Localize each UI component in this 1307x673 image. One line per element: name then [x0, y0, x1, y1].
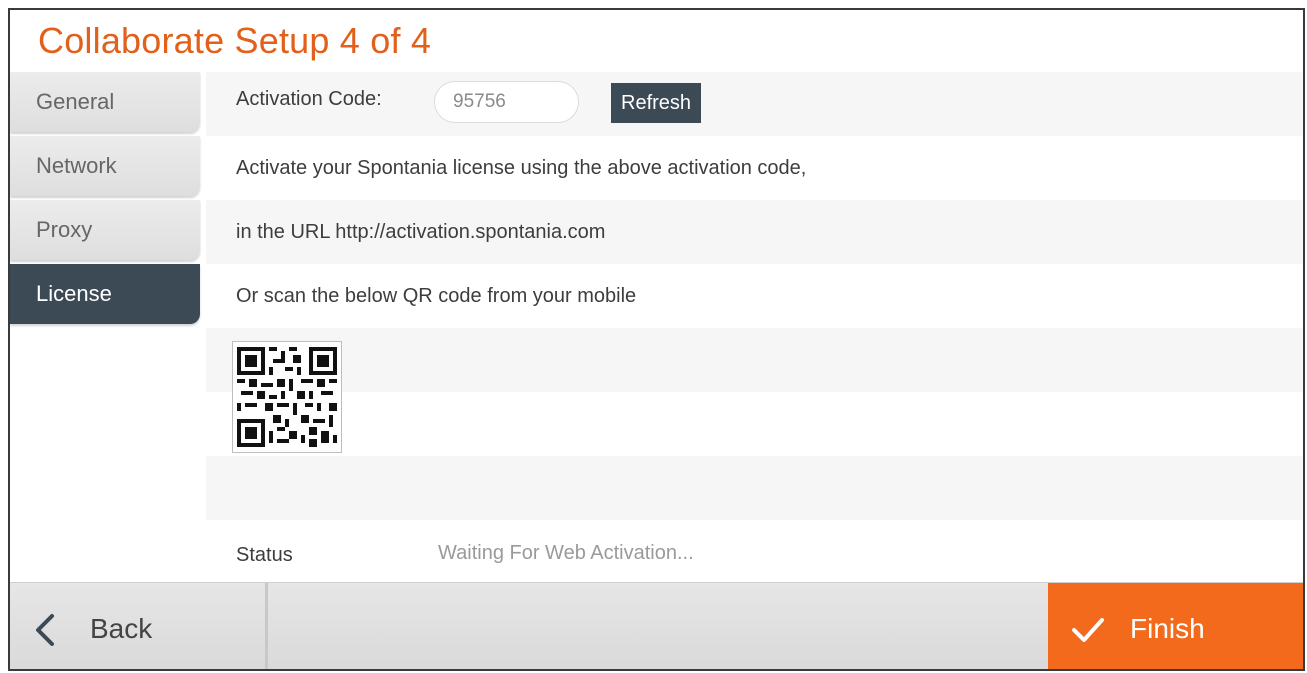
- activation-row: Activation Code: Refresh: [206, 72, 1303, 136]
- status-label: Status: [236, 544, 293, 566]
- page-title: Collaborate Setup 4 of 4: [38, 20, 432, 61]
- sidebar-item-general[interactable]: General: [10, 72, 200, 132]
- license-panel: Activation Code: Refresh Activate your S…: [206, 72, 1303, 582]
- chevron-left-icon: [36, 614, 54, 646]
- sidebar-item-proxy[interactable]: Proxy: [10, 200, 200, 260]
- back-label: Back: [90, 613, 153, 644]
- finish-label: Finish: [1130, 613, 1205, 644]
- blank-row: [206, 392, 1303, 456]
- activation-code-label: Activation Code:: [236, 88, 382, 110]
- qr-row-shade: [206, 328, 1303, 392]
- sidebar-item-network[interactable]: Network: [10, 136, 200, 196]
- back-button[interactable]: Back: [10, 583, 268, 669]
- info-row-2: in the URL http://activation.spontania.c…: [206, 200, 1303, 264]
- refresh-button[interactable]: Refresh: [611, 83, 702, 123]
- finish-button[interactable]: Finish: [1048, 583, 1303, 669]
- footer-bar: Back Finish: [10, 582, 1303, 669]
- qr-code-icon: [232, 341, 342, 453]
- instruction-text-2: in the URL http://activation.spontania.c…: [236, 221, 606, 243]
- sidebar-item-license[interactable]: License: [10, 264, 200, 324]
- activation-code-input[interactable]: [434, 81, 579, 123]
- blank-row-shade: [206, 456, 1303, 520]
- info-row-1: Activate your Spontania license using th…: [206, 136, 1303, 200]
- setup-window: Collaborate Setup 4 of 4 General Network…: [8, 8, 1305, 671]
- checkmark-icon: [1072, 618, 1104, 642]
- instruction-text-1: Activate your Spontania license using th…: [236, 157, 807, 179]
- instruction-text-3: Or scan the below QR code from your mobi…: [236, 285, 637, 307]
- info-row-3: Or scan the below QR code from your mobi…: [206, 264, 1303, 328]
- status-value: Waiting For Web Activation...: [438, 542, 694, 564]
